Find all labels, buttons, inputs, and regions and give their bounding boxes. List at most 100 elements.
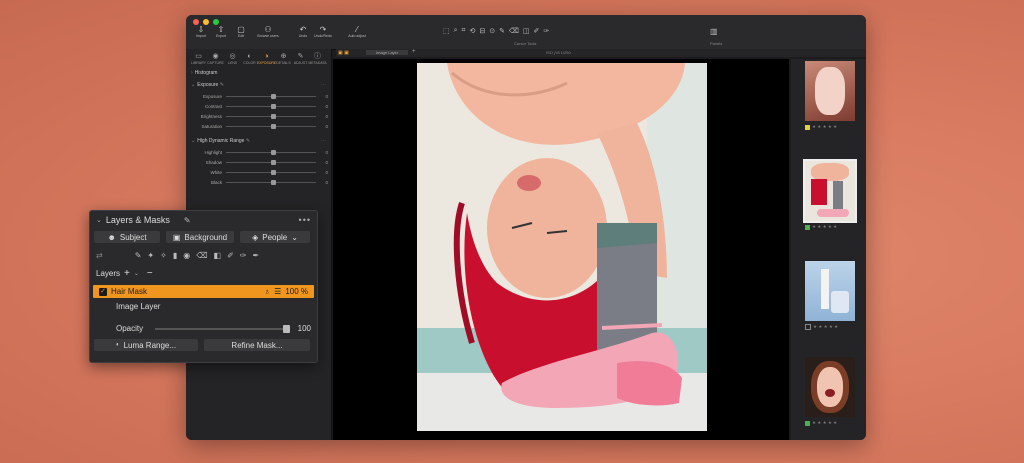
filmstrip-item[interactable]: ★ ★ ★ ★ ★ <box>805 261 855 330</box>
picker-icon[interactable]: ✐ <box>534 27 540 35</box>
slider-value[interactable]: 0 <box>320 114 328 119</box>
exposure-section[interactable]: ⌄ Exposure ✎ ⋯ <box>186 79 331 91</box>
magic-brush-icon[interactable]: ✦ <box>147 251 154 260</box>
undo-button[interactable]: ↶ Undo <box>294 25 312 38</box>
slider-track[interactable] <box>226 159 316 165</box>
slider-value[interactable]: 0 <box>320 94 328 99</box>
stars-icon[interactable]: ★ ★ ★ ★ ★ <box>813 324 838 330</box>
people-dropdown[interactable]: ◈ People ⌄ <box>240 231 310 243</box>
slider-value[interactable]: 0 <box>320 180 328 185</box>
thumbnail-image[interactable] <box>805 357 855 417</box>
layer-row-hair-mask[interactable]: ✓ Hair Mask ♁ ☰ 100 % <box>93 285 314 298</box>
stars-icon[interactable]: ★ ★ ★ ★ ★ <box>812 124 837 130</box>
luma-range-button[interactable]: ◐ Luma Range... <box>94 339 198 351</box>
refine-mask-button[interactable]: Refine Mask... <box>204 339 310 351</box>
layer-visibility-checkbox[interactable]: ✓ <box>99 287 107 296</box>
slider-track[interactable] <box>226 149 316 155</box>
fill-icon[interactable]: ◧ <box>214 251 222 260</box>
brush-icon[interactable]: ✎ <box>499 27 505 35</box>
exposure-slider-row[interactable]: Exposure 0 <box>186 91 331 101</box>
opacity-slider-thumb[interactable] <box>282 324 290 333</box>
tab-adjust[interactable]: ✎ ADJUST <box>292 52 309 65</box>
pencil-icon[interactable]: ✎ <box>184 216 191 225</box>
white-slider-row[interactable]: White 0 <box>186 167 331 177</box>
link-icon[interactable]: ⇄ <box>96 251 103 260</box>
rating[interactable]: ★ ★ ★ ★ ★ <box>805 124 855 130</box>
export-button[interactable]: ⇧ Export <box>212 25 230 38</box>
section-tools-icon[interactable]: ⋯ <box>321 81 326 89</box>
contrast-slider-row[interactable]: Contrast 0 <box>186 101 331 111</box>
chevron-down-icon[interactable]: ⌄ <box>134 270 139 277</box>
slider-value[interactable]: 0 <box>320 160 328 165</box>
saturation-slider-row[interactable]: Saturation 0 <box>186 121 331 131</box>
filmstrip-item[interactable]: ★ ★ ★ ★ ★ <box>805 357 855 426</box>
slider-track[interactable] <box>226 123 316 129</box>
image-viewer[interactable] <box>333 59 789 440</box>
auto-mask-icon[interactable]: ✧ <box>160 251 167 260</box>
slider-value[interactable]: 0 <box>320 124 328 129</box>
tab-library[interactable]: ▭ LIBRARY <box>190 52 207 65</box>
hdr-section[interactable]: ⌄ High Dynamic Range ✎ ⋯ <box>186 135 331 147</box>
browse-users-button[interactable]: ⚇ Browse users <box>254 25 282 38</box>
rating[interactable]: ★ ★ ★ ★ ★ <box>805 420 855 426</box>
erase-icon[interactable]: ⌫ <box>196 251 207 260</box>
mask-icon[interactable]: ♁ <box>264 287 270 296</box>
opacity-value[interactable]: 100 <box>298 324 311 333</box>
thumbnail-image[interactable] <box>805 61 855 121</box>
slider-thumb[interactable] <box>271 179 276 185</box>
gradient-mask-icon[interactable]: ▮ <box>173 251 177 260</box>
import-button[interactable]: ⇩ Import <box>192 25 210 38</box>
slider-value[interactable]: 0 <box>320 104 328 109</box>
section-tools-icon[interactable]: ⋯ <box>321 137 326 145</box>
layout-icon[interactable]: ▣ ▣ <box>338 50 349 56</box>
tab-exposure[interactable]: ◑ EXPOSURE <box>257 52 276 65</box>
layer-select[interactable]: Image Layer <box>366 50 409 55</box>
slider-track[interactable] <box>226 93 316 99</box>
black-slider-row[interactable]: Black 0 <box>186 177 331 187</box>
color-tag[interactable] <box>805 324 811 330</box>
layer-name[interactable]: Hair Mask <box>111 287 260 296</box>
slider-thumb[interactable] <box>271 103 276 109</box>
stars-icon[interactable]: ★ ★ ★ ★ ★ <box>812 224 837 230</box>
slider-track[interactable] <box>226 179 316 185</box>
remove-layer-icon[interactable]: − <box>147 268 153 279</box>
keystone-icon[interactable]: ⊟ <box>479 27 485 35</box>
color-tag[interactable] <box>805 124 810 130</box>
crop-icon[interactable]: ⌗ <box>462 27 466 35</box>
histogram-section[interactable]: › Histogram <box>186 67 331 79</box>
rating[interactable]: ★ ★ ★ ★ ★ <box>805 324 855 330</box>
sliders-icon[interactable]: ☰ <box>274 287 281 296</box>
auto-adjust-button[interactable]: ⁄ Auto adjust <box>344 25 370 38</box>
wb-picker-icon[interactable]: ✑ <box>543 27 549 35</box>
rotate-icon[interactable]: ⟲ <box>470 27 476 35</box>
slider-track[interactable] <box>226 103 316 109</box>
slider-track[interactable] <box>226 113 316 119</box>
slider-thumb[interactable] <box>271 93 276 99</box>
pan-icon[interactable]: ⬚ <box>443 27 450 35</box>
highlight-slider-row[interactable]: Highlight 0 <box>186 147 331 157</box>
redo-button[interactable]: ↷ Undo/Redo <box>314 25 332 38</box>
chevron-down-icon[interactable]: ⌄ <box>96 216 102 224</box>
eraser-icon[interactable]: ⌫ <box>509 27 519 35</box>
edit-button[interactable]: ▢ Edit <box>232 25 250 38</box>
magic-erase-icon[interactable]: ✑ <box>240 251 247 260</box>
filmstrip-item-selected[interactable]: ★ ★ ★ ★ ★ <box>803 159 857 230</box>
draw-icon[interactable]: ✐ <box>227 251 234 260</box>
slider-thumb[interactable] <box>271 113 276 119</box>
add-layer-icon[interactable]: + <box>124 268 130 279</box>
add-tab-icon[interactable]: + <box>412 49 416 55</box>
slider-track[interactable] <box>226 169 316 175</box>
brightness-slider-row[interactable]: Brightness 0 <box>186 111 331 121</box>
loupe-icon[interactable]: ⌕ <box>454 27 458 35</box>
slider-thumb[interactable] <box>271 159 276 165</box>
rating[interactable]: ★ ★ ★ ★ ★ <box>805 224 855 230</box>
thumbnail-image[interactable] <box>805 261 855 321</box>
tab-metadata[interactable]: ⓘ METADATA <box>308 52 326 65</box>
refine-icon[interactable]: ✒ <box>252 251 259 260</box>
subject-button[interactable]: ☻ Subject <box>94 231 160 243</box>
filmstrip-item[interactable]: ★ ★ ★ ★ ★ <box>805 61 855 130</box>
slider-thumb[interactable] <box>271 123 276 129</box>
color-tag[interactable] <box>805 420 810 426</box>
slider-value[interactable]: 0 <box>320 170 328 175</box>
background-button[interactable]: ▣ Background <box>166 231 234 243</box>
